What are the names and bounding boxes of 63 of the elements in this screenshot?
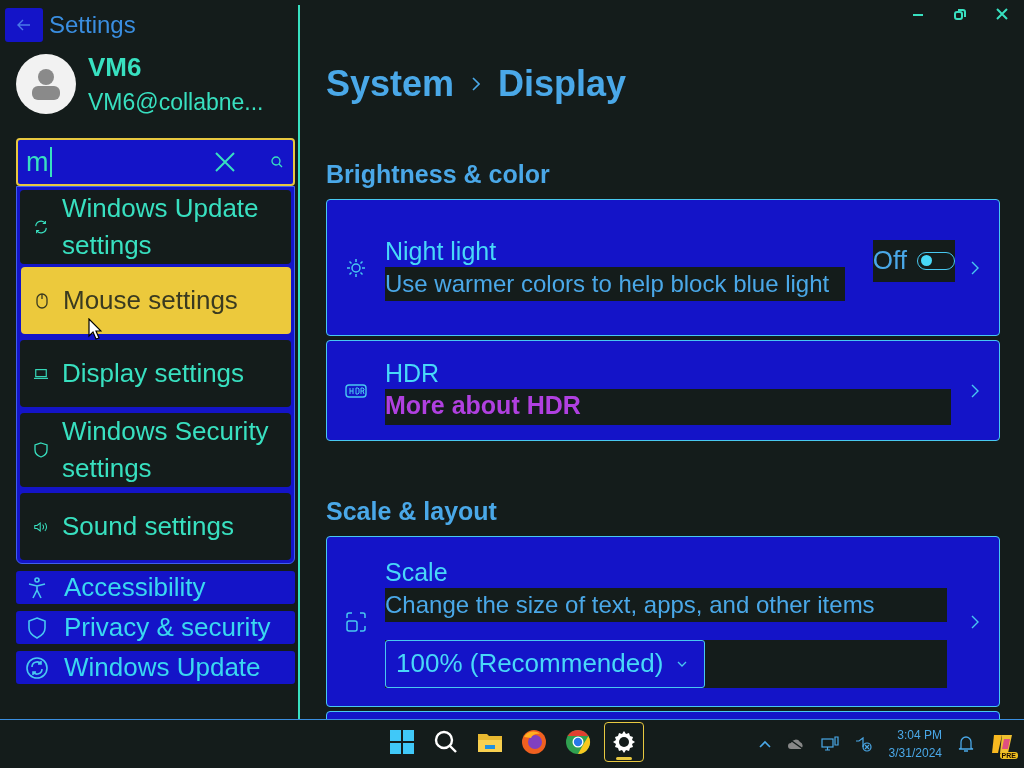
close-icon[interactable] xyxy=(215,152,235,172)
breadcrumb-item: Display xyxy=(498,63,627,105)
back-arrow-icon xyxy=(17,19,31,31)
chevron-up-icon[interactable] xyxy=(758,740,771,748)
search-suggestion[interactable]: Mouse settings xyxy=(21,267,291,334)
search-suggestion[interactable]: Display settings xyxy=(20,340,291,407)
refresh-icon xyxy=(34,219,48,235)
window-title: Settings xyxy=(49,11,136,39)
chevron-right-icon[interactable] xyxy=(971,383,979,398)
clock[interactable]: 3:04 PM 3/31/2024 xyxy=(888,726,942,762)
person-icon xyxy=(32,68,60,100)
account-name: VM6 xyxy=(88,52,143,83)
shield-icon xyxy=(34,442,48,458)
setting-title: Night light xyxy=(385,235,498,267)
setting-description: Change the size of text, apps, and other items xyxy=(385,587,947,622)
active-indicator xyxy=(616,757,632,760)
close-icon[interactable] xyxy=(996,8,1008,20)
setting-description: Use warmer colors to help block blue light xyxy=(385,266,845,301)
chevron-right-icon xyxy=(472,77,481,91)
breadcrumb-item[interactable]: System xyxy=(326,63,455,105)
pointer-icon xyxy=(88,318,102,340)
nav-item[interactable]: Windows Update xyxy=(16,651,295,684)
account-email: VM6@collabne... xyxy=(88,89,264,116)
chevron-right-icon[interactable] xyxy=(971,614,979,629)
browser-circle-icon xyxy=(565,729,591,755)
hdr-icon xyxy=(345,383,367,398)
search-suggestion[interactable]: Windows Update settings xyxy=(20,190,291,264)
nav-item[interactable]: Privacy & security xyxy=(16,611,295,644)
setting-card[interactable]: Night light Use warmer colors to help block blue light Off xyxy=(326,199,1000,336)
setting-card[interactable]: Scale Change the size of text, apps, and other items 100% (Recommended) xyxy=(326,536,1000,707)
bell-icon[interactable] xyxy=(958,735,974,753)
search-field[interactable]: m xyxy=(16,138,295,186)
network-icon[interactable] xyxy=(820,736,839,752)
folder-icon xyxy=(477,731,503,753)
settings-icon xyxy=(612,730,636,754)
accessibility-icon xyxy=(27,576,47,599)
scale-dropdown[interactable]: 100% (Recommended) xyxy=(385,639,705,688)
scale-icon xyxy=(346,611,366,632)
brightness-icon xyxy=(346,257,366,278)
setting-title: HDR xyxy=(385,357,441,389)
section-heading: Brightness & color xyxy=(326,160,551,189)
restore-icon[interactable] xyxy=(954,8,966,20)
laptop-icon xyxy=(34,367,48,380)
shield-icon xyxy=(28,616,46,639)
toggle-state: Off xyxy=(872,245,907,276)
nav-item[interactable]: Accessibility xyxy=(16,571,295,604)
section-heading: Scale & layout xyxy=(326,497,498,526)
settings-button[interactable] xyxy=(604,722,644,762)
volume-muted-icon[interactable] xyxy=(854,736,873,752)
chevron-right-icon[interactable] xyxy=(971,260,979,275)
search-icon xyxy=(434,730,458,754)
cloud-off-icon[interactable] xyxy=(786,738,805,750)
setting-card[interactable]: HDR More about HDR xyxy=(326,340,1000,441)
search-suggestion[interactable]: Sound settings xyxy=(20,493,291,560)
chevron-down-icon xyxy=(677,660,688,667)
setting-title: Scale xyxy=(385,556,449,588)
mouse-icon xyxy=(36,292,48,309)
browser-globe-icon xyxy=(521,729,547,755)
speaker-icon xyxy=(34,519,48,534)
search-icon[interactable] xyxy=(271,156,283,168)
refresh-icon xyxy=(26,656,48,679)
search-suggestion[interactable]: Windows Security settings xyxy=(20,413,291,487)
windows-logo-icon xyxy=(390,730,414,754)
